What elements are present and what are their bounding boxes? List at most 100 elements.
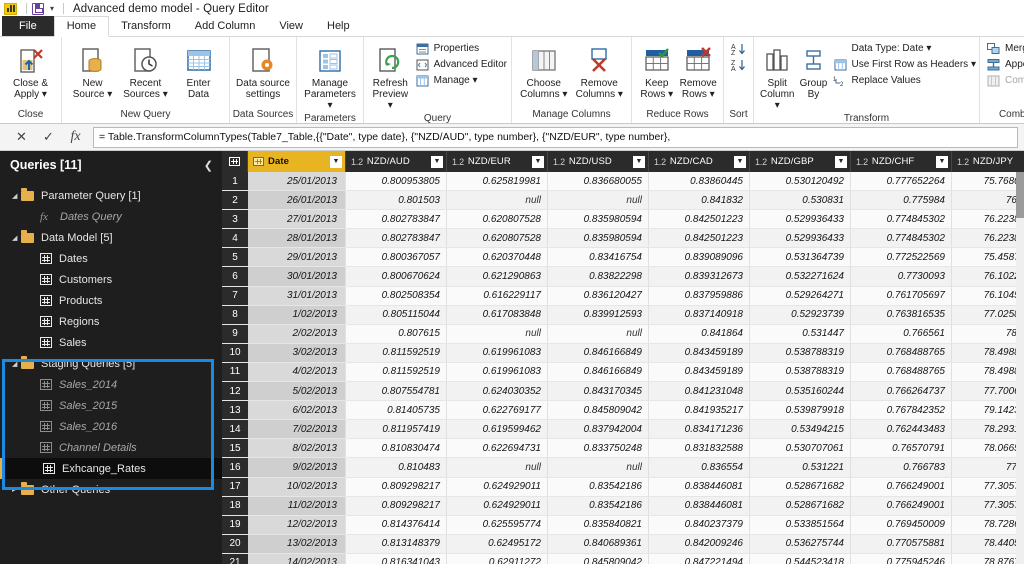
cell-nzd-cad[interactable]: 0.843459189 xyxy=(649,362,750,382)
cell-nzd-usd[interactable]: 0.833750248 xyxy=(548,439,649,458)
cell-nzd-jpy[interactable]: 78.06653595 xyxy=(952,439,1024,458)
cell-nzd-eur[interactable]: 0.620370448 xyxy=(447,248,548,267)
cell-nzd-aud[interactable]: 0.807615 xyxy=(346,324,447,343)
table-row[interactable]: 16 9/02/2013 0.810483 null null 0.836554 0.531… xyxy=(222,458,1024,478)
cell-nzd-usd[interactable]: 0.843170345 xyxy=(548,382,649,401)
cell-date[interactable]: 8/02/2013 xyxy=(248,439,346,458)
cell-nzd-usd[interactable]: 0.846166849 xyxy=(548,362,649,382)
caret-down-icon[interactable]: ▾ xyxy=(50,4,54,13)
recent-sources-button[interactable]: Recent Sources ▾ xyxy=(119,42,172,102)
cell-nzd-cad[interactable]: 0.838446081 xyxy=(649,477,750,496)
query-item-parameter-query-1[interactable]: ◢ Parameter Query [1] xyxy=(0,185,222,206)
cell-nzd-chf[interactable]: 0.769450009 xyxy=(851,515,952,534)
cell-nzd-cad[interactable]: 0.837140918 xyxy=(649,305,750,324)
cell-nzd-eur[interactable]: 0.62911272 xyxy=(447,553,548,564)
cell-nzd-jpy[interactable]: 78.1281 xyxy=(952,324,1024,343)
cell-nzd-gbp[interactable]: 0.533851564 xyxy=(750,515,851,534)
cell-nzd-cad[interactable]: 0.841935217 xyxy=(649,401,750,420)
save-icon[interactable] xyxy=(32,2,44,15)
column-header-nzd-chf[interactable]: 1.2 NZD/CHF ▼ xyxy=(851,151,952,172)
query-item-data-model-5[interactable]: ◢ Data Model [5] xyxy=(0,227,222,248)
cell-nzd-usd[interactable]: null xyxy=(548,458,649,477)
merge-queries-button[interactable]: Merge Qu xyxy=(987,42,1024,55)
table-row[interactable]: 5 29/01/2013 0.800367057 0.620370448 0.83416… xyxy=(222,248,1024,268)
column-type-badge[interactable]: 1.2 xyxy=(957,157,969,167)
cell-nzd-eur[interactable]: 0.616229117 xyxy=(447,286,548,305)
query-item-sales-2014[interactable]: Sales_2014 xyxy=(0,374,222,395)
cell-nzd-cad[interactable]: 0.843459189 xyxy=(649,343,750,362)
cell-nzd-chf[interactable]: 0.775984 xyxy=(851,191,952,210)
cell-nzd-eur[interactable]: 0.619961083 xyxy=(447,362,548,382)
keep-rows-button[interactable]: Keep Rows ▾ xyxy=(636,42,678,102)
cell-nzd-eur[interactable]: 0.620807528 xyxy=(447,210,548,229)
cell-date[interactable]: 6/02/2013 xyxy=(248,401,346,420)
cell-nzd-chf[interactable]: 0.7730093 xyxy=(851,267,952,286)
cell-nzd-usd[interactable]: 0.83822298 xyxy=(548,267,649,286)
column-type-badge[interactable]: 1.2 xyxy=(452,157,464,167)
cell-nzd-usd[interactable]: null xyxy=(548,324,649,343)
cell-date[interactable]: 3/02/2013 xyxy=(248,343,346,362)
tab-home[interactable]: Home xyxy=(53,16,110,37)
cell-nzd-jpy[interactable]: 77.30576324 xyxy=(952,477,1024,496)
column-header-nzd-eur[interactable]: 1.2 NZD/EUR ▼ xyxy=(447,151,548,172)
cell-nzd-chf[interactable]: 0.767842352 xyxy=(851,401,952,420)
table-row[interactable]: 17 10/02/2013 0.809298217 0.624929011 0.8354… xyxy=(222,477,1024,497)
column-filter-dropdown-icon[interactable]: ▼ xyxy=(734,155,746,168)
column-type-badge[interactable]: 1.2 xyxy=(654,157,666,167)
cell-date[interactable]: 14/02/2013 xyxy=(248,553,346,564)
cell-date[interactable]: 27/01/2013 xyxy=(248,210,346,229)
cell-nzd-cad[interactable]: 0.836554 xyxy=(649,458,750,477)
cell-date[interactable]: 11/02/2013 xyxy=(248,496,346,515)
tab-view[interactable]: View xyxy=(267,17,315,36)
cell-nzd-cad[interactable]: 0.842501223 xyxy=(649,210,750,229)
sort-descending-button[interactable]: ZA xyxy=(731,58,749,72)
cell-nzd-cad[interactable]: 0.842501223 xyxy=(649,229,750,248)
cell-nzd-aud[interactable]: 0.810483 xyxy=(346,458,447,477)
cell-nzd-chf[interactable]: 0.762443483 xyxy=(851,420,952,439)
cell-date[interactable]: 10/02/2013 xyxy=(248,477,346,496)
cell-nzd-cad[interactable]: 0.841832 xyxy=(649,191,750,210)
cell-nzd-gbp[interactable]: 0.528671682 xyxy=(750,496,851,515)
sort-ascending-button[interactable]: AZ xyxy=(731,42,749,56)
table-row[interactable]: 19 12/02/2013 0.814376414 0.625595774 0.8358… xyxy=(222,515,1024,535)
cell-date[interactable]: 30/01/2013 xyxy=(248,267,346,286)
table-row[interactable]: 2 26/01/2013 0.801503 null null 0.841832 0.530… xyxy=(222,191,1024,211)
cell-nzd-aud[interactable]: 0.800953805 xyxy=(346,172,447,191)
cell-nzd-eur[interactable]: 0.622769177 xyxy=(447,401,548,420)
cell-nzd-gbp[interactable]: 0.531447 xyxy=(750,324,851,343)
cell-nzd-eur[interactable]: null xyxy=(447,191,548,210)
cell-date[interactable]: 31/01/2013 xyxy=(248,286,346,305)
table-row[interactable]: 13 6/02/2013 0.81405735 0.622769177 0.845809… xyxy=(222,401,1024,421)
cell-nzd-aud[interactable]: 0.807554781 xyxy=(346,382,447,401)
cell-nzd-chf[interactable]: 0.768488765 xyxy=(851,362,952,382)
cell-nzd-jpy[interactable]: 78.49889374 xyxy=(952,343,1024,362)
cell-nzd-usd[interactable]: 0.837942004 xyxy=(548,420,649,439)
cell-nzd-cad[interactable]: 0.839312673 xyxy=(649,267,750,286)
cell-nzd-cad[interactable]: 0.83860445 xyxy=(649,172,750,191)
cell-nzd-jpy[interactable]: 76.22387695 xyxy=(952,229,1024,248)
column-type-badge[interactable]: 1.2 xyxy=(351,157,363,167)
cell-nzd-jpy[interactable]: 79.14234924 xyxy=(952,401,1024,420)
cell-nzd-jpy[interactable]: 75.45879364 xyxy=(952,248,1024,267)
cell-date[interactable]: 7/02/2013 xyxy=(248,420,346,439)
cell-nzd-aud[interactable]: 0.805115044 xyxy=(346,305,447,324)
cell-nzd-aud[interactable]: 0.800367057 xyxy=(346,248,447,267)
query-item-sales[interactable]: Sales xyxy=(0,332,222,353)
cell-nzd-chf[interactable]: 0.766783 xyxy=(851,458,952,477)
cell-nzd-gbp[interactable]: 0.539879918 xyxy=(750,401,851,420)
column-type-badge[interactable]: 1.2 xyxy=(755,157,767,167)
cell-nzd-usd[interactable]: 0.836120427 xyxy=(548,286,649,305)
choose-columns-button[interactable]: Choose Columns ▾ xyxy=(516,42,572,102)
fx-icon[interactable]: fx xyxy=(62,127,89,147)
cell-nzd-chf[interactable]: 0.774845302 xyxy=(851,210,952,229)
cell-nzd-eur[interactable]: 0.620807528 xyxy=(447,229,548,248)
split-column-button[interactable]: Split Column ▾ xyxy=(758,42,796,113)
cell-nzd-gbp[interactable]: 0.538788319 xyxy=(750,362,851,382)
cell-nzd-eur[interactable]: 0.625819981 xyxy=(447,172,548,191)
cell-nzd-usd[interactable]: 0.835980594 xyxy=(548,229,649,248)
cell-date[interactable]: 26/01/2013 xyxy=(248,191,346,210)
cell-nzd-jpy[interactable]: 77.02586365 xyxy=(952,305,1024,324)
cell-nzd-gbp[interactable]: 0.536275744 xyxy=(750,534,851,553)
expand-arrow-icon[interactable]: ◢ xyxy=(12,234,21,242)
table-row[interactable]: 11 4/02/2013 0.811592519 0.619961083 0.84616… xyxy=(222,362,1024,383)
